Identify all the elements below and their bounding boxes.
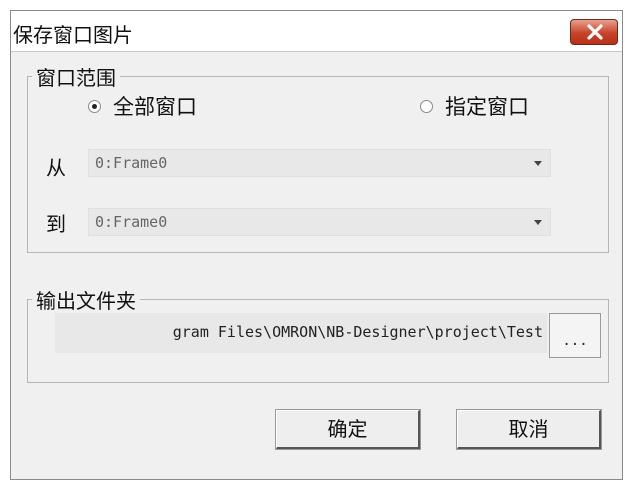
close-button[interactable] <box>570 19 618 45</box>
chevron-down-icon <box>534 161 542 166</box>
output-path-field[interactable]: gram Files\OMRON\NB-Designer\project\Tes… <box>55 313 547 353</box>
dialog-title: 保存窗口图片 <box>13 23 133 47</box>
from-label: 从 <box>46 156 66 180</box>
radio-specified-windows-label: 指定窗口 <box>445 95 529 119</box>
radio-all-windows-label: 全部窗口 <box>113 95 197 119</box>
output-path-value: gram Files\OMRON\NB-Designer\project\Tes… <box>172 323 543 341</box>
title-bar[interactable]: 保存窗口图片 <box>11 11 622 52</box>
from-select[interactable]: 0:Frame0 <box>88 149 551 177</box>
window-range-legend: 窗口范围 <box>36 66 116 90</box>
radio-unchecked-icon <box>420 99 433 113</box>
ok-button[interactable]: 确定 <box>276 410 420 449</box>
to-select-value: 0:Frame0 <box>95 213 168 231</box>
chevron-down-icon <box>534 220 542 225</box>
radio-specified-windows[interactable]: 指定窗口 <box>420 91 529 121</box>
cancel-button[interactable]: 取消 <box>457 410 601 449</box>
to-label: 到 <box>46 212 66 236</box>
output-folder-legend: 输出文件夹 <box>36 289 136 313</box>
browse-button[interactable]: ... <box>549 313 601 358</box>
close-x-icon <box>587 24 603 40</box>
to-select[interactable]: 0:Frame0 <box>88 208 551 236</box>
radio-checked-icon <box>88 99 101 113</box>
radio-all-windows[interactable]: 全部窗口 <box>88 91 197 121</box>
from-select-value: 0:Frame0 <box>95 154 168 172</box>
